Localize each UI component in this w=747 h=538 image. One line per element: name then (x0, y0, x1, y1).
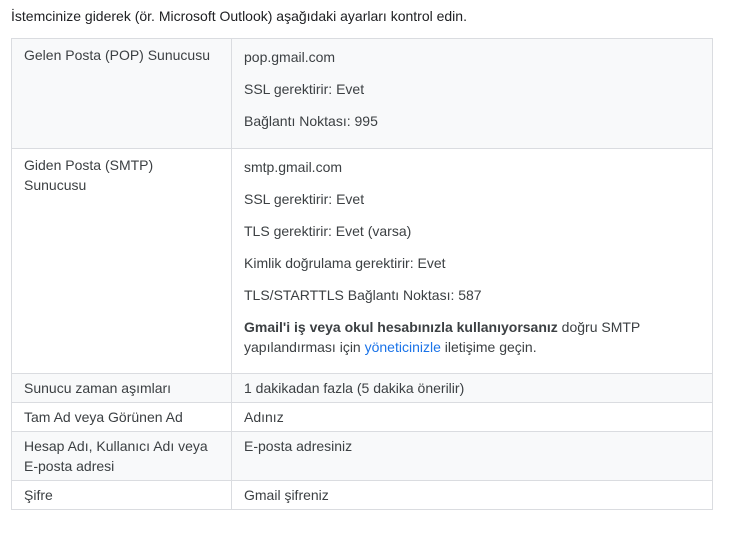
timeout-label: Sunucu zaman aşımları (11, 373, 232, 403)
smtp-ssl: SSL gerektirir: Evet (244, 191, 365, 207)
smtp-values: smtp.gmail.com SSL gerektirir: Evet TLS … (231, 148, 713, 374)
password-label: Şifre (11, 480, 232, 510)
intro-text: İstemcinize giderek (ör. Microsoft Outlo… (11, 8, 467, 24)
password-value: Gmail şifreniz (231, 480, 713, 510)
settings-table: Gelen Posta (POP) Sunucusu pop.gmail.com… (11, 38, 713, 510)
timeout-value: 1 dakikadan fazla (5 dakika önerilir) (231, 373, 713, 403)
table-row-account: Hesap Adı, Kullanıcı Adı veya E-posta ad… (11, 431, 713, 481)
pop-server: pop.gmail.com (244, 49, 336, 65)
smtp-server: smtp.gmail.com (244, 159, 343, 175)
pop-values: pop.gmail.com SSL gerektirir: Evet Bağla… (231, 38, 713, 149)
smtp-note-text-2: iletişime geçin. (440, 339, 537, 355)
table-row-password: Şifre Gmail şifreniz (11, 480, 713, 510)
pop-port: Bağlantı Noktası: 995 (244, 113, 378, 129)
table-row-name: Tam Ad veya Görünen Ad Adınız (11, 402, 713, 432)
account-value: E-posta adresiniz (231, 431, 713, 481)
account-label: Hesap Adı, Kullanıcı Adı veya E-posta ad… (11, 431, 232, 481)
smtp-admin-note: Gmail'i iş veya okul hesabınızla kullanı… (244, 317, 700, 357)
pop-ssl: SSL gerektirir: Evet (244, 81, 365, 97)
smtp-port: TLS/STARTTLS Bağlantı Noktası: 587 (244, 287, 482, 303)
smtp-auth: Kimlik doğrulama gerektirir: Evet (244, 255, 446, 271)
name-label: Tam Ad veya Görünen Ad (11, 402, 232, 432)
admin-contact-link[interactable]: yöneticinizle (365, 339, 441, 355)
smtp-tls: TLS gerektirir: Evet (varsa) (244, 223, 412, 239)
name-value: Adınız (231, 402, 713, 432)
smtp-note-bold: Gmail'i iş veya okul hesabınızla kullanı… (244, 319, 558, 335)
pop-label: Gelen Posta (POP) Sunucusu (11, 38, 232, 149)
table-row-smtp: Giden Posta (SMTP) Sunucusu smtp.gmail.c… (11, 148, 713, 374)
smtp-label: Giden Posta (SMTP) Sunucusu (11, 148, 232, 374)
table-row-pop: Gelen Posta (POP) Sunucusu pop.gmail.com… (11, 38, 713, 149)
table-row-timeout: Sunucu zaman aşımları 1 dakikadan fazla … (11, 373, 713, 403)
